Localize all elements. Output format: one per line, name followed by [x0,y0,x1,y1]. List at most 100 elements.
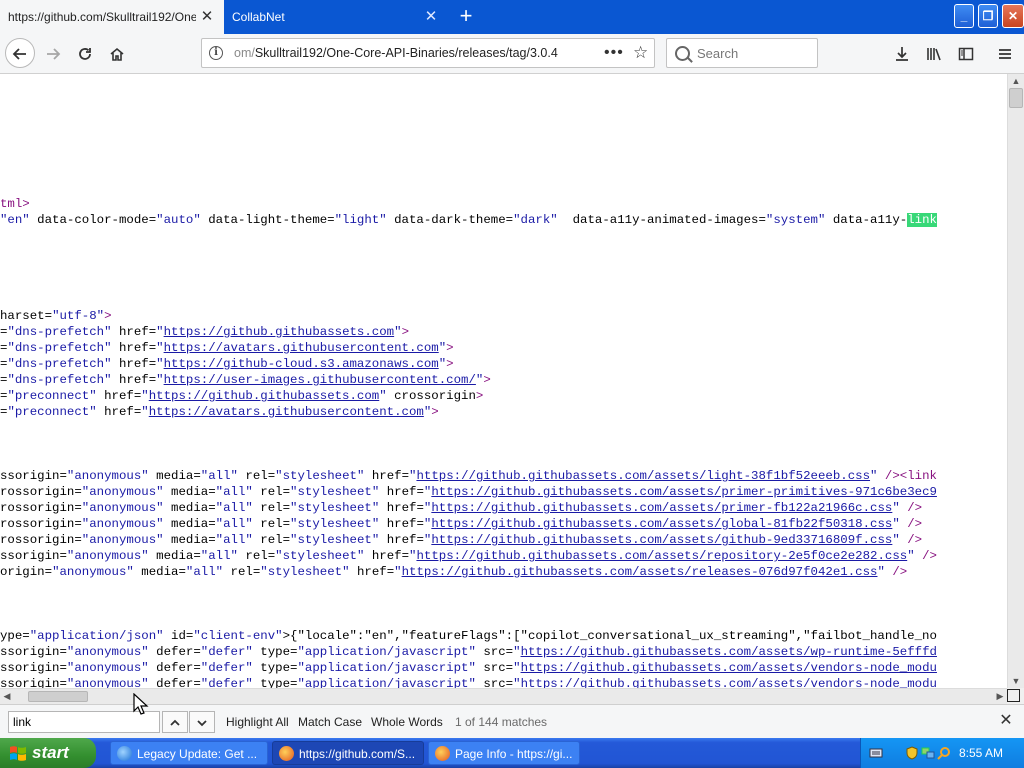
source-token: rossorigin= [0,485,82,499]
shield-icon[interactable] [905,746,919,760]
source-token: "system" [765,213,826,227]
find-bar: Highlight All Match Case Whole Words 1 o… [0,704,1024,738]
source-token: "anonymous" [66,661,149,675]
vertical-scroll-thumb[interactable] [1009,88,1023,108]
scroll-right-arrow-icon[interactable]: ▶ [993,689,1007,704]
source-token: origin= [0,565,53,579]
maximize-button[interactable]: ❐ [978,4,998,28]
source-token: defer= [148,645,201,659]
horizontal-scrollbar[interactable]: ◀ ▶ [0,688,1007,704]
close-icon[interactable]: ✕ [424,9,438,24]
menu-button[interactable] [991,39,1019,67]
source-token: "stylesheet" [275,549,365,563]
source-link[interactable]: https://github.githubassets.com/assets/g… [431,517,892,531]
source-token: "client-env" [193,629,283,643]
horizontal-scroll-thumb[interactable] [28,691,88,702]
source-link[interactable]: https://github.githubassets.com/assets/v… [521,677,937,688]
source-token: harset= [0,309,53,323]
source-token: " [892,501,900,515]
nav-toolbar: i om/Skulltrail192/One-Core-API-Binaries… [0,34,1024,74]
minimize-button[interactable]: _ [954,4,974,28]
find-next-button[interactable] [189,711,215,733]
taskbar-item-legacy-update[interactable]: Legacy Update: Get ... [110,741,268,765]
back-button[interactable] [5,38,35,68]
source-token: "all" [215,501,253,515]
source-link[interactable]: https://github.githubassets.com/assets/r… [416,549,907,563]
search-icon[interactable] [937,746,951,760]
source-line: tml> [0,196,30,212]
url-text[interactable]: om/Skulltrail192/One-Core-API-Binaries/r… [234,39,558,67]
library-button[interactable] [920,39,948,67]
scroll-down-arrow-icon[interactable]: ▼ [1008,674,1024,688]
resize-grip-icon [1007,689,1020,702]
source-token: "stylesheet" [290,517,380,531]
source-link[interactable]: https://avatars.githubusercontent.com [164,341,439,355]
url-bar[interactable]: i om/Skulltrail192/One-Core-API-Binaries… [201,38,655,68]
source-link[interactable]: https://github.githubassets.com [149,389,380,403]
tab-github[interactable]: https://github.com/Skulltrail192/One-C ✕ [0,0,224,34]
highlight-all-toggle[interactable]: Highlight All [226,705,289,739]
source-line: ="dns-prefetch" href="https://github.git… [0,324,409,340]
source-line: ssorigin="anonymous" defer="defer" type=… [0,676,937,688]
source-token: rel= [252,533,291,547]
search-input[interactable] [697,39,812,67]
source-token: "defer" [200,645,253,659]
site-info-icon[interactable]: i [209,46,223,60]
page-source-view[interactable]: tml> "en" data-color-mode="auto" data-lig… [0,74,1007,688]
search-bar[interactable] [666,38,818,68]
page-actions-icon[interactable]: ••• [604,39,624,67]
source-link[interactable]: https://github.githubassets.com/assets/p… [431,501,892,515]
taskbar-item-github[interactable]: https://github.com/S... [272,741,424,765]
url-domain-fragment: om/ [234,46,255,60]
source-token: " [141,405,149,419]
vertical-scrollbar[interactable]: ▲ ▼ [1007,74,1024,688]
whole-words-toggle[interactable]: Whole Words [371,705,443,739]
tab-collabnet[interactable]: CollabNet ✕ [224,0,448,34]
start-button[interactable]: start [0,738,96,768]
source-link[interactable]: https://github.githubassets.com/assets/p… [431,485,937,499]
source-link[interactable]: https://github.githubassets.com/assets/v… [521,661,937,675]
match-case-toggle[interactable]: Match Case [298,705,362,739]
source-token: rel= [252,485,291,499]
windows-logo-icon [10,746,26,761]
taskbar-item-page-info[interactable]: Page Info - https://gi... [428,741,580,765]
keyboard-icon[interactable] [869,746,883,760]
source-link[interactable]: https://github.githubassets.com/assets/g… [431,533,892,547]
source-token: href= [379,517,424,531]
source-link[interactable]: https://github.githubassets.com/assets/r… [402,565,878,579]
source-link[interactable]: https://avatars.githubusercontent.com [149,405,424,419]
bookmark-star-icon[interactable]: ☆ [633,39,648,67]
source-line: ="dns-prefetch" href="https://avatars.gi… [0,340,454,356]
url-path: Skulltrail192/One-Core-API-Binaries/rele… [254,46,558,60]
reload-button[interactable] [70,38,100,68]
forward-button[interactable] [38,38,68,68]
new-tab-button[interactable]: + [456,5,476,27]
source-token: data-color-mode= [29,213,157,227]
find-previous-button[interactable] [162,711,188,733]
close-icon[interactable]: ✕ [200,9,214,24]
home-icon [110,48,124,62]
hamburger-menu-icon [999,48,1011,59]
source-token: href= [379,501,424,515]
source-link[interactable]: https://github.githubassets.com [164,325,395,339]
close-icon[interactable]: ✕ [998,713,1014,729]
system-tray: 8:55 AM [860,738,1024,768]
source-line: ="dns-prefetch" href="https://user-image… [0,372,491,388]
source-token: ssorigin= [0,661,67,675]
network-icon[interactable] [921,746,935,760]
home-button[interactable] [102,38,132,68]
close-window-button[interactable]: ✕ [1002,4,1024,28]
source-link[interactable]: https://github.githubassets.com/assets/w… [521,645,937,659]
source-link[interactable]: https://user-images.githubusercontent.co… [164,373,476,387]
scroll-up-arrow-icon[interactable]: ▲ [1008,74,1024,88]
source-token: media= [133,565,186,579]
scroll-left-arrow-icon[interactable]: ◀ [0,689,14,704]
source-token: "all" [200,469,238,483]
source-token: href= [96,389,142,403]
sidebar-button[interactable] [952,39,980,67]
downloads-button[interactable] [888,39,916,67]
source-token: "anonymous" [52,565,134,579]
source-token: rel= [237,469,276,483]
source-link[interactable]: https://github.githubassets.com/assets/l… [416,469,870,483]
source-link[interactable]: https://github-cloud.s3.amazonaws.com [164,357,439,371]
